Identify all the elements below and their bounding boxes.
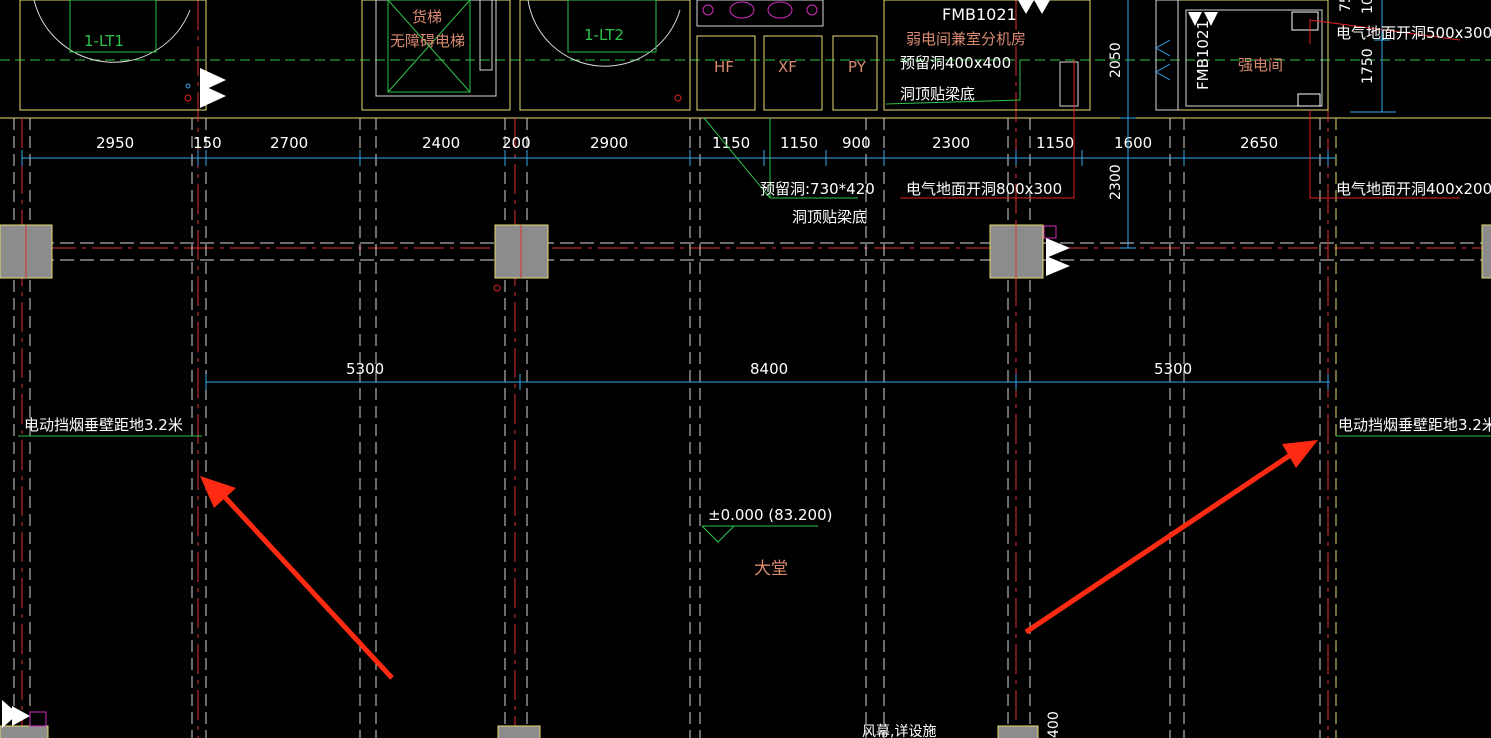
smoke-barrier-label-right: 电动挡烟垂壁距地3.2米 [1338,416,1491,434]
dim-label: 5300 [346,360,384,378]
dim-label: 1600 [1114,134,1152,152]
dim-label: 2300 [1108,164,1124,200]
reserved-hole-label: 预留洞:730*420 [760,180,875,198]
dim-label: 200 [502,134,531,152]
shaft-hf-label: HF [714,58,734,76]
weak-opening-label: 预留洞400x400 [900,54,1011,72]
dim-label: 1750 [1360,48,1376,84]
door-label-weak: FMB1021 [942,5,1017,24]
cad-floor-plan: 1-LT1 1-LT2 货梯 无障碍电梯 HF XF PY FMB1021 弱电… [0,0,1491,738]
dim-label: 1150 [780,134,818,152]
lobby-label: 大堂 [754,559,788,579]
lift-label-1: 1-LT1 [84,32,124,50]
dim-label: 2950 [96,134,134,152]
dim-label: 8400 [750,360,788,378]
elec-floor-opening-label: 电气地面开洞400x200 [1336,180,1491,198]
hole-beam-label: 洞顶贴梁底 [792,208,867,226]
weak-room-label: 弱电间兼室分机房 [906,30,1026,48]
dim-label: 2700 [270,134,308,152]
door-label-strong: FMB1021 [1194,20,1212,90]
elevation-label: ±0.000 (83.200) [708,506,832,524]
elec-floor-opening-label: 电气地面开洞500x300 [1336,24,1491,42]
freight-lift-label: 货梯 [412,8,442,26]
dim-label: 2300 [932,134,970,152]
dim-label: 5300 [1154,360,1192,378]
smoke-barrier-label-left: 电动挡烟垂壁距地3.2米 [24,416,183,434]
dim-label: 2400 [422,134,460,152]
dim-label: 1150 [1036,134,1074,152]
dim-label: 100 [1360,0,1376,14]
weak-beam-label: 洞顶贴梁底 [900,85,975,103]
dim-label: 75 [1338,0,1354,12]
column [0,725,49,738]
column [997,725,1039,738]
dim-label: 2900 [590,134,628,152]
dim-label: 150 [193,134,222,152]
dim-label: 1150 [712,134,750,152]
column [1481,224,1491,279]
shaft-xf-label: XF [778,58,797,76]
dim-label: 2050 [1108,42,1124,78]
dim-label: 2650 [1240,134,1278,152]
dim-label: 900 [842,134,871,152]
shaft-py-label: PY [848,58,867,76]
barrier-free-lift-label: 无障碍电梯 [390,32,465,50]
lift-label-2: 1-LT2 [584,26,624,44]
elec-floor-opening-label: 电气地面开洞800x300 [906,180,1062,198]
air-curtain-label: 风幕,详设施 [862,724,936,738]
strong-room-label: 强电间 [1238,56,1283,74]
column [497,725,541,738]
dim-label: 400 [1046,711,1062,738]
